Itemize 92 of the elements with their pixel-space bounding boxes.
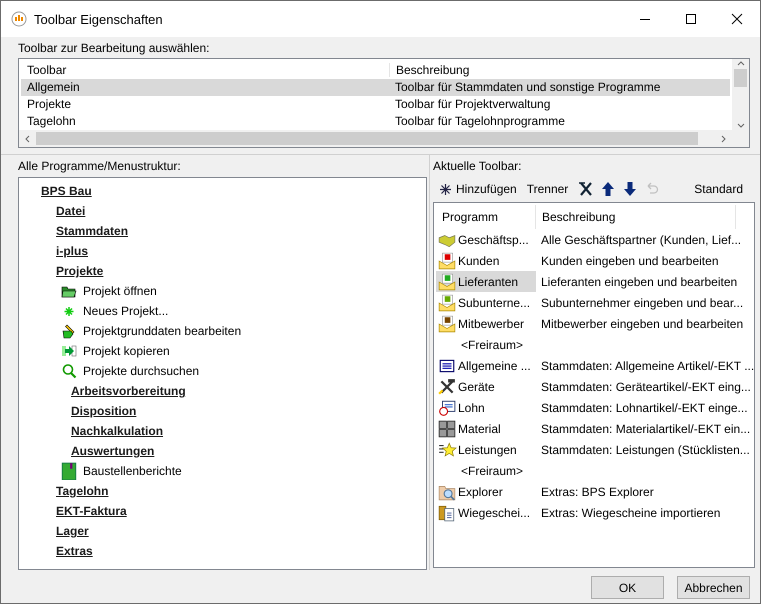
program-cell[interactable]: Mitbewerber xyxy=(436,313,536,334)
spacer-cell[interactable]: <Freiraum> xyxy=(436,334,536,355)
program-tree-item[interactable]: Projekt öffnen xyxy=(59,282,157,300)
menu-tree-item[interactable]: Auswertungen xyxy=(71,444,154,458)
ok-button[interactable]: OK xyxy=(591,576,664,599)
description-cell-text: Mitbewerber eingeben und bearbeiten xyxy=(540,316,744,330)
down-arrow-icon xyxy=(622,181,638,197)
menu-tree-item[interactable]: Disposition xyxy=(71,404,136,418)
scroll-thumb[interactable] xyxy=(36,132,698,145)
program-cell[interactable]: Subunterne... xyxy=(436,292,536,313)
list-clock-icon xyxy=(436,398,456,416)
column-header[interactable]: Programm xyxy=(436,205,536,229)
window-title: Toolbar Eigenschaften xyxy=(34,12,164,26)
description-cell-text: Stammdaten: Materialartikel/-EKT ein... xyxy=(540,422,752,436)
close-icon xyxy=(731,13,743,25)
book-icon xyxy=(60,462,78,480)
toolbar-list-row[interactable]: Projekte Toolbar für Projektverwaltung xyxy=(21,96,730,113)
scroll-up-icon[interactable] xyxy=(736,59,746,67)
copy-arrow-icon xyxy=(60,343,78,359)
program-cell[interactable]: Geschäftsp... xyxy=(436,229,536,250)
program-tree-item[interactable]: Neues Projekt... xyxy=(59,302,168,320)
description-cell-text: Extras: BPS Explorer xyxy=(540,484,655,498)
section-label: Aktuelle Toolbar: xyxy=(433,159,522,173)
menu-tree-item[interactable]: Stammdaten xyxy=(56,224,128,238)
table-cell-text: Toolbar für Projektverwaltung xyxy=(394,96,552,113)
add-button[interactable]: Hinzufügen xyxy=(437,180,520,198)
description-cell-text: Subunternehmer eingeben und bear... xyxy=(540,296,744,310)
toolbar-list-row[interactable]: Allgemein Toolbar für Stammdaten und sonstige Programme xyxy=(21,79,730,96)
magnifier-icon xyxy=(60,363,78,379)
program-tree-item[interactable]: Projekte durchsuchen xyxy=(59,362,200,380)
star-list-icon xyxy=(436,440,456,458)
description-cell-text: Stammdaten: Leistungen (Stücklisten... xyxy=(540,442,751,456)
envelope-icon xyxy=(436,314,456,332)
table-cell-text: Toolbar für Tagelohnprogramme xyxy=(394,113,566,130)
envelope-icon xyxy=(436,272,456,290)
program-tree-item[interactable]: Baustellenberichte xyxy=(59,462,182,480)
document-icon xyxy=(436,504,456,522)
description-cell-text: Stammdaten: Allgemeine Artikel/-EKT ... xyxy=(540,358,754,372)
spacer-cell[interactable]: <Freiraum> xyxy=(436,460,536,481)
menu-tree-item[interactable]: Tagelohn xyxy=(56,484,108,498)
column-header[interactable]: Beschreibung xyxy=(536,205,736,229)
menu-tree-item[interactable]: i-plus xyxy=(56,244,88,258)
program-cell[interactable]: Explorer xyxy=(436,481,536,502)
column-header[interactable]: Beschreibung xyxy=(389,63,730,77)
cancel-button[interactable]: Abbrechen xyxy=(677,576,750,599)
horizontal-scrollbar[interactable] xyxy=(19,130,732,147)
program-cell[interactable]: Leistungen xyxy=(436,439,536,460)
menu-tree-item[interactable]: Datei xyxy=(56,204,86,218)
section-label: Alle Programme/Menustruktur: xyxy=(18,159,182,173)
toolbar-list-row[interactable]: Tagelohn Toolbar für Tagelohnprogramme xyxy=(21,113,730,130)
column-header[interactable]: Toolbar xyxy=(21,63,389,77)
maximize-icon xyxy=(685,13,697,25)
standard-button[interactable]: Standard xyxy=(691,180,746,198)
program-tree-item[interactable]: Projekt kopieren xyxy=(59,342,170,360)
separator-button[interactable]: Trenner xyxy=(524,180,572,198)
menu-tree-item[interactable]: EKT-Faktura xyxy=(56,504,127,518)
menu-tree-item[interactable]: Extras xyxy=(56,544,93,558)
scroll-down-icon[interactable] xyxy=(736,122,746,130)
description-cell-text: Stammdaten: Lohnartikel/-EKT einge... xyxy=(540,400,749,414)
menu-tree-item[interactable]: Lager xyxy=(56,524,89,538)
program-cell[interactable]: Wiegeschei... xyxy=(436,502,536,523)
up-arrow-icon xyxy=(600,181,616,197)
program-cell[interactable]: Lohn xyxy=(436,397,536,418)
app-logo-icon xyxy=(11,11,27,27)
asterisk-icon xyxy=(440,184,451,194)
vertical-scrollbar[interactable] xyxy=(732,59,749,130)
section-label: Toolbar zur Bearbeitung auswählen: xyxy=(18,41,210,55)
program-cell[interactable]: Kunden xyxy=(436,250,536,271)
program-cell[interactable]: Allgemeine ... xyxy=(436,355,536,376)
menu-tree-item[interactable]: Arbeitsvorbereitung xyxy=(71,384,186,398)
table-cell-text: Toolbar für Stammdaten und sonstige Programme xyxy=(394,79,662,96)
menu-tree-item[interactable]: BPS Bau xyxy=(41,184,92,198)
description-cell-text: Alle Geschäftspartner (Kunden, Lief... xyxy=(540,232,742,246)
envelope-icon xyxy=(436,252,456,270)
tools-icon xyxy=(436,378,456,396)
menu-tree-item[interactable]: Projekte xyxy=(56,264,104,278)
delete-icon xyxy=(578,181,594,197)
menu-tree-item[interactable]: Nachkalkulation xyxy=(71,424,164,438)
program-cell[interactable]: Geräte xyxy=(436,376,536,397)
scroll-thumb[interactable] xyxy=(734,69,747,87)
table-cell-text: Tagelohn xyxy=(26,113,77,130)
table-cell-text: Allgemein xyxy=(26,79,81,96)
table-cell-text: Projekte xyxy=(26,96,72,113)
program-tree-item[interactable]: Projektgrunddaten bearbeiten xyxy=(59,322,242,340)
description-cell-text: Kunden eingeben und bearbeiten xyxy=(540,254,720,268)
description-cell-text: Extras: Wiegescheine importieren xyxy=(540,506,722,520)
program-cell[interactable]: Lieferanten xyxy=(436,271,536,292)
envelope-icon xyxy=(436,294,456,312)
description-cell-text: Stammdaten: Geräteartikel/-EKT eing... xyxy=(540,380,752,394)
program-cell[interactable]: Material xyxy=(436,418,536,439)
grid-blocks-icon xyxy=(436,420,456,438)
description-cell-text: Lieferanten eingeben und bearbeiten xyxy=(540,274,738,288)
